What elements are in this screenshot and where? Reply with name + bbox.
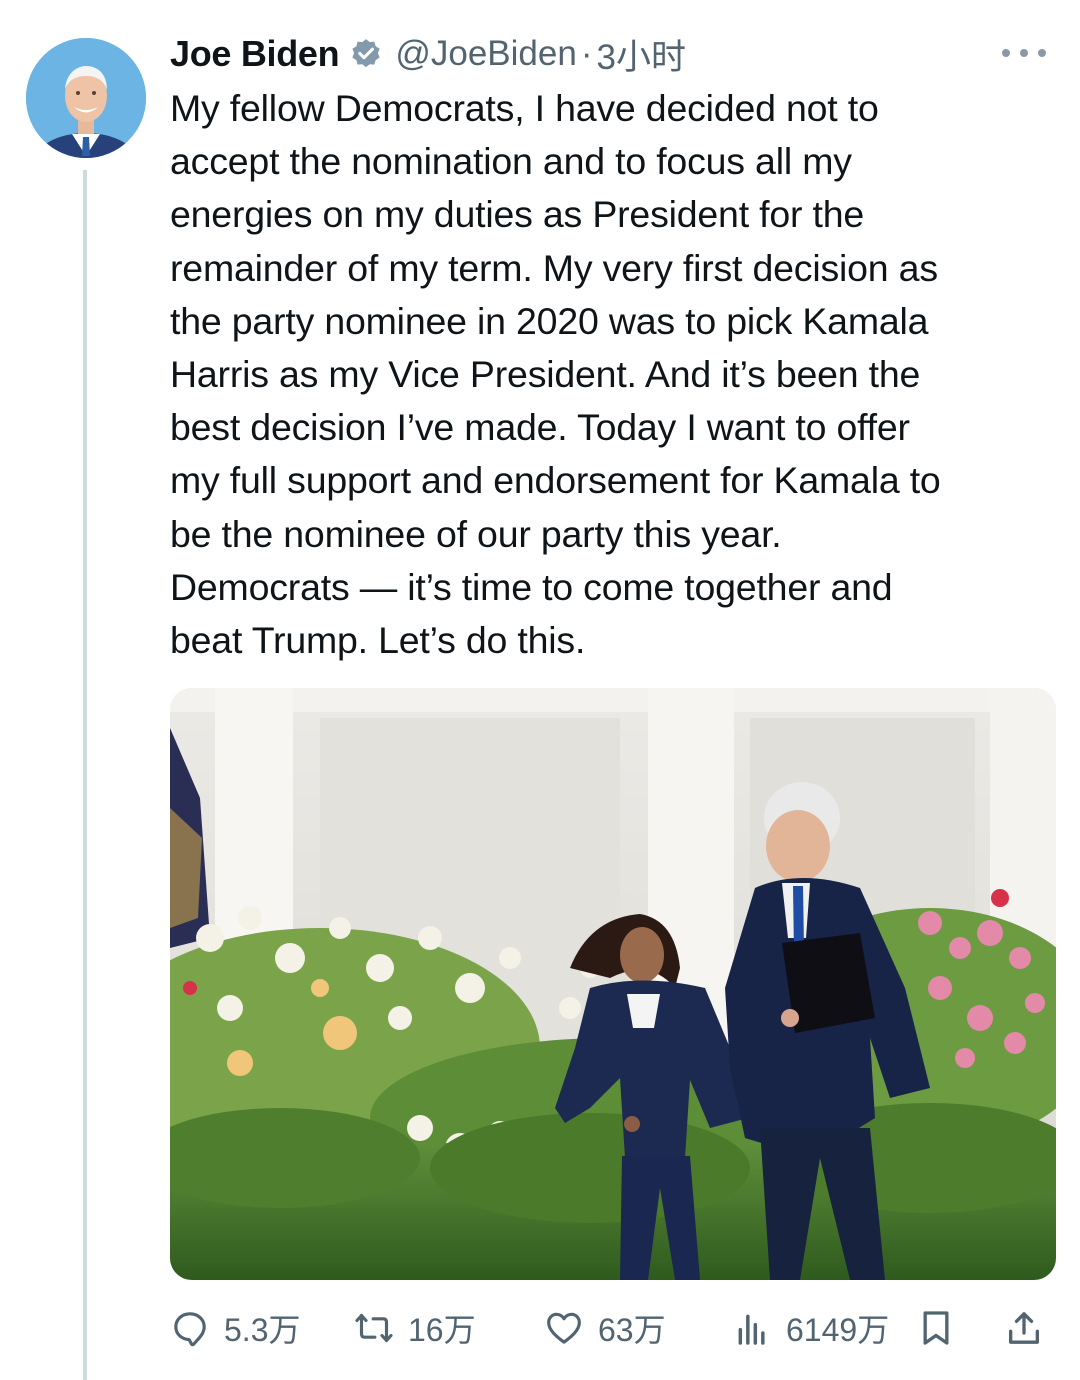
retweet-icon	[355, 1313, 393, 1343]
author-name[interactable]: Joe Biden	[170, 33, 340, 75]
verified-badge-icon	[349, 37, 383, 71]
thread-line	[83, 170, 87, 1380]
views-button[interactable]: 6149万	[732, 1300, 889, 1356]
reply-button[interactable]: 5.3万	[170, 1300, 301, 1356]
header-separator: ·	[580, 34, 593, 73]
tweet-photo[interactable]	[170, 688, 1056, 1280]
retweet-button[interactable]: 16万	[354, 1300, 476, 1356]
more-dots-icon[interactable]	[1002, 38, 1046, 68]
tweet-text: My fellow Democrats, I have decided not …	[170, 87, 941, 662]
tweet-header: Joe Biden @JoeBiden · 3小时	[170, 26, 1056, 82]
bookmark-button[interactable]	[916, 1300, 956, 1356]
avatar[interactable]	[26, 38, 146, 158]
like-count: 63万	[598, 1312, 666, 1348]
share-button[interactable]	[1004, 1300, 1044, 1356]
avatar-photo	[26, 38, 146, 158]
bookmark-icon	[923, 1311, 949, 1345]
share-icon	[1009, 1312, 1039, 1344]
retweet-count: 16万	[408, 1312, 476, 1348]
like-button[interactable]: 63万	[544, 1300, 666, 1356]
reply-icon	[174, 1312, 206, 1347]
tweet-actions: 5.3万 16万 63万 6149万	[170, 1300, 1060, 1356]
heart-icon	[547, 1312, 581, 1344]
reply-count: 5.3万	[224, 1312, 301, 1348]
tweet-timestamp[interactable]: 3小时	[596, 29, 685, 80]
views-count: 6149万	[786, 1312, 890, 1348]
author-handle[interactable]: @JoeBiden	[395, 34, 576, 74]
views-chart-icon	[738, 1314, 765, 1345]
